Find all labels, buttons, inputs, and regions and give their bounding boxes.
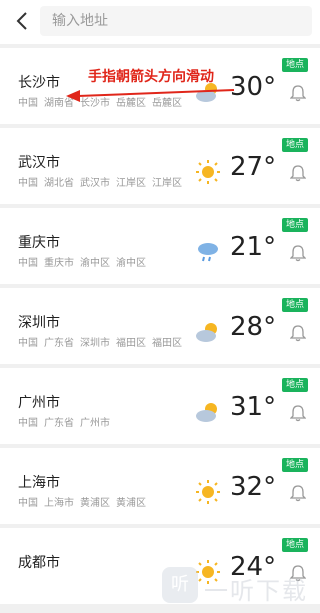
- location-badge: 地点: [282, 218, 308, 232]
- city-card[interactable]: 广州市 中国 广东省 广州市 地点 31°: [0, 368, 320, 444]
- city-card[interactable]: 深圳市 中国 广东省 深圳市 福田区 福田区 地点 28°: [0, 288, 320, 364]
- path-segment: 渝中区: [116, 258, 146, 269]
- location-badge: 地点: [282, 458, 308, 472]
- sun-icon: [194, 158, 222, 186]
- watermark-logo: 听: [162, 567, 198, 603]
- city-path: 中国 广东省 广州市: [18, 416, 188, 431]
- city-path: 中国 重庆市 渝中区 渝中区: [18, 256, 188, 271]
- top-bar: [0, 0, 320, 44]
- location-badge: 地点: [282, 538, 308, 552]
- city-path: 中国 广东省 深圳市 福田区 福田区: [18, 336, 188, 351]
- path-segment: 广东省: [44, 338, 74, 349]
- city-name: 成都市: [18, 555, 60, 571]
- path-segment: 黄浦区: [116, 498, 146, 509]
- city-list: 长沙市 中国 湖南省 长沙市 岳麓区 岳麓区 地点 30° 武汉市 中国 湖北省 武汉市 江岸区 江岸区地…: [0, 48, 320, 608]
- path-segment: 中国: [18, 418, 38, 429]
- search-input[interactable]: [40, 6, 312, 36]
- temperature: 28°: [230, 312, 277, 342]
- path-segment: 重庆市: [44, 258, 74, 269]
- swipe-instruction: 手指朝箭头方向滑动: [88, 69, 214, 85]
- path-segment: 上海市: [44, 498, 74, 509]
- city-name: 武汉市: [18, 155, 60, 171]
- path-segment: 黄浦区: [80, 498, 110, 509]
- sun-icon: [194, 478, 222, 506]
- watermark: 听 一听下载: [162, 567, 314, 607]
- path-segment: 中国: [18, 338, 38, 349]
- city-card[interactable]: 武汉市 中国 湖北省 武汉市 江岸区 江岸区 地点 27°: [0, 128, 320, 204]
- path-segment: 广州市: [80, 418, 110, 429]
- city-card[interactable]: 上海市 中国 上海市 黄浦区 黄浦区 地点 32°: [0, 448, 320, 524]
- path-segment: 武汉市: [80, 178, 110, 189]
- city-name: 深圳市: [18, 315, 60, 331]
- path-segment: 福田区: [116, 338, 146, 349]
- path-segment: 渝中区: [80, 258, 110, 269]
- path-segment: 中国: [18, 98, 38, 109]
- city-name: 广州市: [18, 395, 60, 411]
- watermark-text: 一听下载: [204, 577, 308, 605]
- location-badge: 地点: [282, 298, 308, 312]
- partly-cloudy-icon: [194, 318, 222, 346]
- path-segment: 湖北省: [44, 178, 74, 189]
- path-segment: 江岸区: [116, 178, 146, 189]
- location-badge: 地点: [282, 138, 308, 152]
- path-segment: 深圳市: [80, 338, 110, 349]
- location-badge: 地点: [282, 58, 308, 72]
- temperature: 27°: [230, 152, 277, 182]
- city-name: 长沙市: [18, 75, 60, 91]
- temperature: 21°: [230, 232, 277, 262]
- path-segment: 广东省: [44, 418, 74, 429]
- location-badge: 地点: [282, 378, 308, 392]
- path-segment: 中国: [18, 498, 38, 509]
- city-name: 重庆市: [18, 235, 60, 251]
- bell-icon[interactable]: [289, 404, 307, 422]
- bell-icon[interactable]: [289, 324, 307, 342]
- back-arrow-icon[interactable]: [12, 10, 34, 32]
- partly-cloudy-icon: [194, 398, 222, 426]
- bell-icon[interactable]: [289, 484, 307, 502]
- bell-icon[interactable]: [289, 84, 307, 102]
- city-path: 中国 湖北省 武汉市 江岸区 江岸区: [18, 176, 188, 191]
- city-card[interactable]: 重庆市 中国 重庆市 渝中区 渝中区 地点 21°: [0, 208, 320, 284]
- path-segment: 江岸区: [152, 178, 182, 189]
- bell-icon[interactable]: [289, 164, 307, 182]
- temperature: 30°: [230, 72, 277, 102]
- swipe-arrow-icon: [66, 89, 235, 102]
- city-name: 上海市: [18, 475, 60, 491]
- temperature: 32°: [230, 472, 277, 502]
- rain-icon: [194, 238, 222, 266]
- path-segment: 中国: [18, 178, 38, 189]
- city-path: 中国 上海市 黄浦区 黄浦区: [18, 496, 188, 511]
- path-segment: 福田区: [152, 338, 182, 349]
- path-segment: 中国: [18, 258, 38, 269]
- bell-icon[interactable]: [289, 244, 307, 262]
- temperature: 31°: [230, 392, 277, 422]
